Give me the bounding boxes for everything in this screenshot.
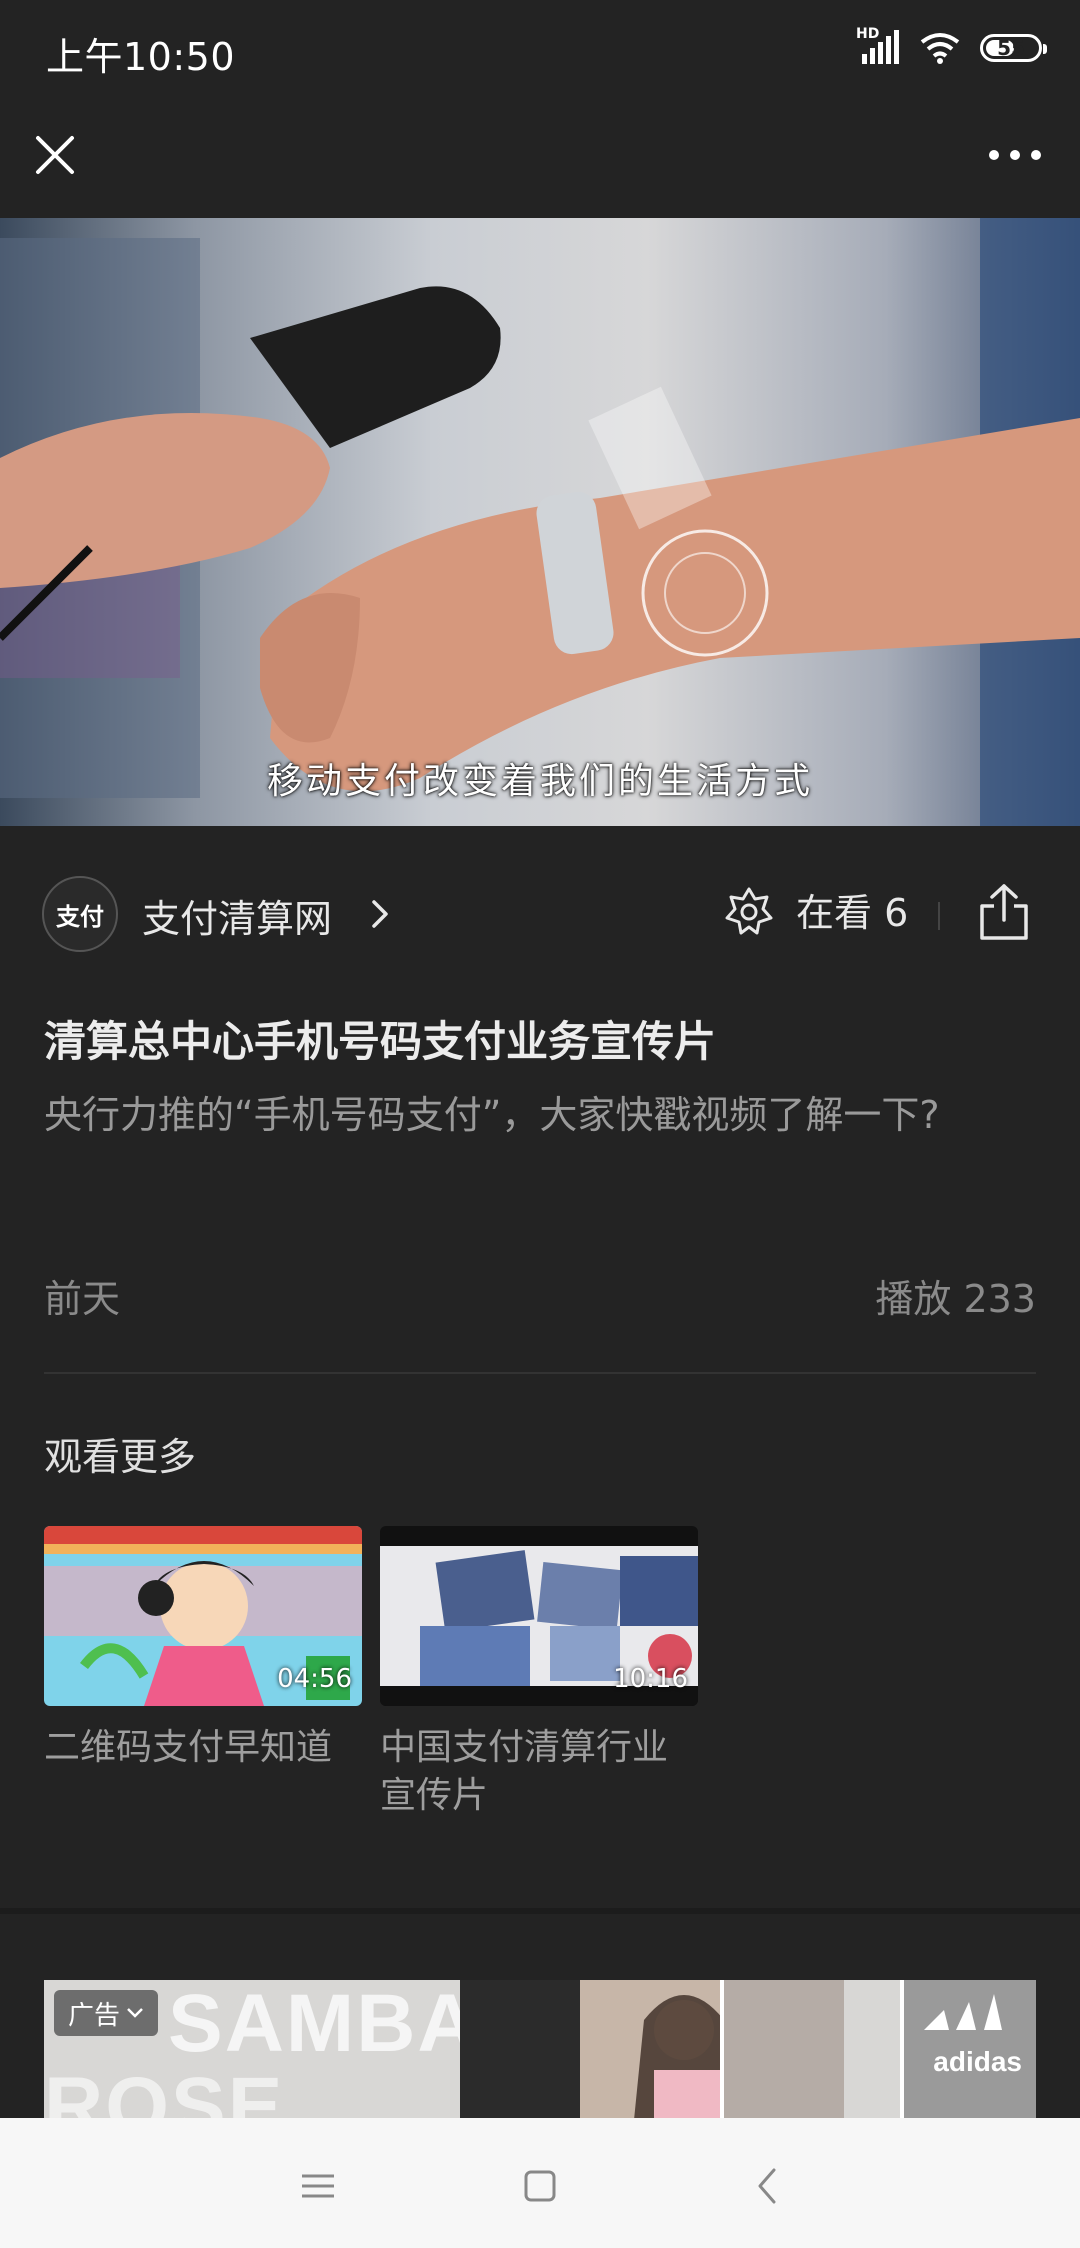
battery-level: 55 [997, 36, 1025, 60]
share-icon [980, 884, 1028, 940]
close-icon [36, 136, 74, 174]
battery-tip [1043, 44, 1047, 54]
more-button[interactable] [980, 130, 1050, 180]
top-nav [0, 100, 1080, 218]
thumbnail-duration: 04:56 [277, 1664, 352, 1694]
chevron-down-icon [127, 2008, 143, 2018]
watching-count: 在看 6 [796, 891, 909, 935]
share-button[interactable] [978, 882, 1030, 942]
publish-date: 前天 [44, 1277, 121, 1321]
related-video-thumbnail[interactable]: 04:56 [44, 1526, 362, 1706]
status-bar: 上午10:50 HD 55 [0, 0, 1080, 100]
play-count: 播放 233 [875, 1277, 1036, 1321]
ad-banner[interactable]: 广告 SAMBA ROSE adidas [44, 1980, 1036, 2120]
home-square-icon [524, 2170, 556, 2202]
watching-star-icon [725, 887, 773, 934]
ad-badge-label: 广告 [68, 2000, 121, 2031]
watching-button[interactable]: 在看 6 [724, 882, 908, 937]
chevron-right-icon[interactable] [368, 896, 392, 932]
status-time: 上午10:50 [46, 35, 236, 79]
ad-badge[interactable]: 广告 [54, 1990, 159, 2036]
status-icons: HD 55 [856, 26, 1047, 68]
system-nav-bar [0, 2118, 1080, 2248]
menu-icon [302, 2174, 334, 2198]
section-divider [0, 1908, 1080, 1914]
menu-button[interactable] [288, 2156, 348, 2216]
video-frame [0, 218, 1080, 826]
network-type-label: HD [856, 26, 880, 42]
meta-row: 前天 播放 233 [44, 1268, 1036, 1323]
video-description: 央行力推的“手机号码支付”，大家快戳视频了解一下? [44, 1093, 940, 1137]
thumbnail-duration: 10:16 [613, 1664, 688, 1694]
ad-photo [460, 1980, 1036, 2120]
account-avatar[interactable]: 支付 [42, 876, 118, 952]
related-video-thumbnail[interactable]: 10:16 [380, 1526, 698, 1706]
back-button[interactable] [738, 2156, 798, 2216]
close-button[interactable] [30, 130, 80, 180]
watch-more-title: 观看更多 [44, 1435, 197, 1479]
ad-brand: adidas [933, 2046, 1022, 2077]
video-title: 清算总中心手机号码支付业务宣传片 [44, 1017, 717, 1066]
more-icon [989, 150, 1041, 160]
account-name[interactable]: 支付清算网 [142, 888, 332, 943]
signal-icon: HD [856, 26, 900, 66]
divider [938, 902, 940, 930]
account-row: 支付 支付清算网 在看 6 [0, 826, 1080, 1006]
back-chevron-icon [758, 2168, 776, 2204]
wifi-icon [920, 33, 960, 64]
related-video-title[interactable]: 中国支付清算行业宣传片 [380, 1724, 698, 1820]
video-subtitle: 移动支付改变着我们的生活方式 [266, 761, 813, 802]
home-button[interactable] [510, 2156, 570, 2216]
battery-icon: 55 [980, 34, 1047, 62]
divider [44, 1372, 1036, 1374]
video-player[interactable]: 移动支付改变着我们的生活方式 [0, 218, 1080, 826]
related-video-title[interactable]: 二维码支付早知道 [44, 1724, 362, 1772]
